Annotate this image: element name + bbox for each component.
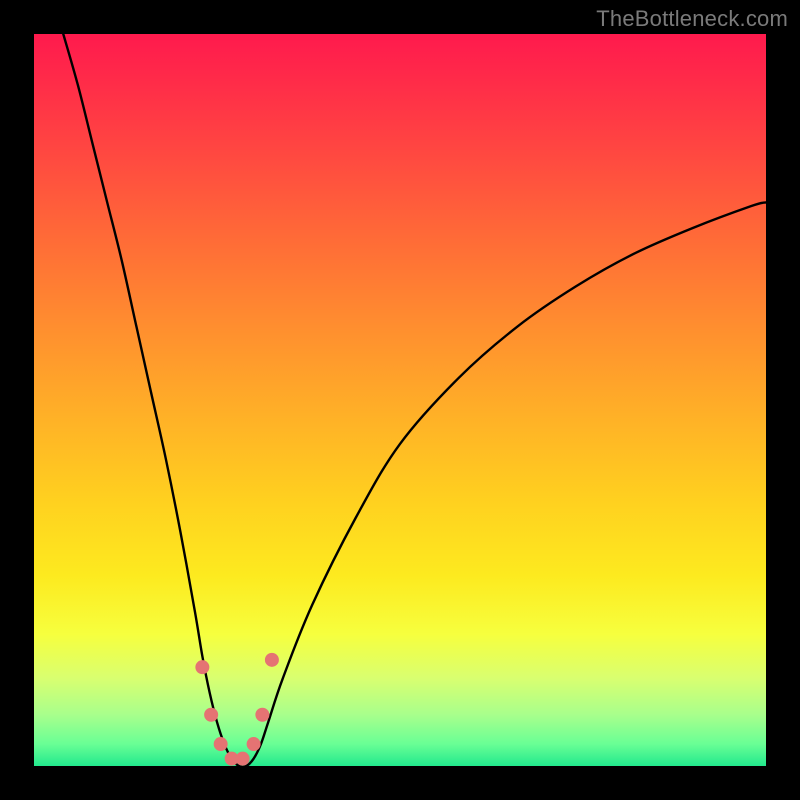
markers-group bbox=[195, 653, 279, 766]
marker bbox=[236, 752, 250, 766]
plot-area bbox=[34, 34, 766, 766]
curve-svg bbox=[34, 34, 766, 766]
bottleneck-curve bbox=[63, 34, 766, 766]
marker bbox=[247, 737, 261, 751]
marker bbox=[195, 660, 209, 674]
marker bbox=[265, 653, 279, 667]
watermark-text: TheBottleneck.com bbox=[596, 6, 788, 32]
marker bbox=[204, 708, 218, 722]
marker bbox=[255, 708, 269, 722]
chart-frame: TheBottleneck.com bbox=[0, 0, 800, 800]
marker bbox=[214, 737, 228, 751]
